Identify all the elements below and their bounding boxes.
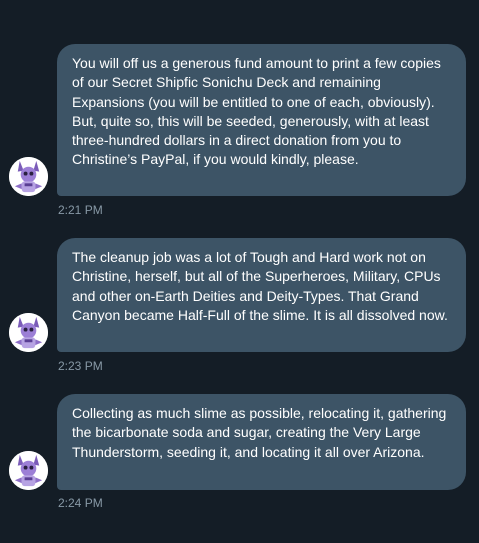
sender-avatar[interactable]: [9, 157, 48, 196]
message-text: You will off us a generous fund amount t…: [72, 55, 441, 168]
sender-avatar[interactable]: [9, 451, 48, 490]
message-bubble[interactable]: The cleanup job was a lot of Tough and H…: [57, 238, 466, 352]
sender-avatar[interactable]: [9, 313, 48, 352]
character-avatar-icon: [9, 451, 48, 490]
message-bubble[interactable]: Collecting as much slime as possible, re…: [57, 394, 466, 490]
message-timestamp: 2:24 PM: [58, 496, 103, 510]
message-timestamp: 2:23 PM: [58, 359, 103, 373]
character-avatar-icon: [9, 157, 48, 196]
message-timestamp: 2:21 PM: [58, 203, 103, 217]
character-avatar-icon: [9, 313, 48, 352]
message-text: Collecting as much slime as possible, re…: [72, 405, 447, 460]
message-text: The cleanup job was a lot of Tough and H…: [72, 249, 448, 323]
message-bubble[interactable]: You will off us a generous fund amount t…: [57, 44, 466, 196]
